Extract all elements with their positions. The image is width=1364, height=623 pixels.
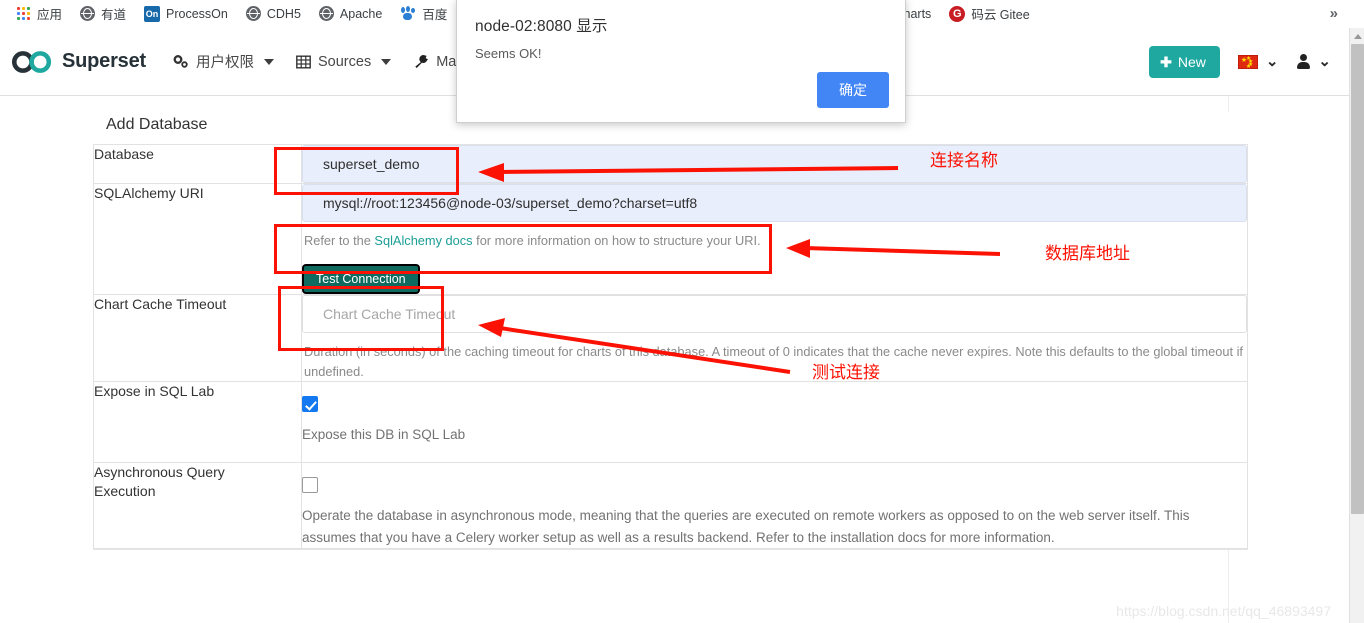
async-label-line2: Execution	[94, 482, 156, 499]
row-field-chart-cache-timeout: Chart Cache Timeout Duration (in seconds…	[301, 293, 1248, 383]
chart-cache-timeout-input[interactable]: Chart Cache Timeout	[302, 294, 1247, 333]
database-form-table: Database superset_demo SQLAlchemy URI my…	[93, 144, 1248, 550]
baidu-paw-icon	[400, 6, 416, 21]
nav-item-label: Sources	[318, 53, 372, 70]
person-icon	[1296, 54, 1311, 69]
page-scrollbar[interactable]	[1349, 28, 1364, 623]
scrollbar-up-arrow[interactable]	[1350, 28, 1364, 43]
row-label-expose-sql-lab: Expose in SQL Lab	[93, 381, 302, 464]
add-database-panel: Add Database Database superset_demo SQLA…	[93, 112, 1248, 551]
bookmark-gitee[interactable]: G 码云 Gitee	[940, 2, 1038, 26]
bookmark-label: 百度	[422, 8, 448, 22]
async-label-line1: Asynchronous Query	[94, 464, 225, 481]
apps-grid-icon	[17, 6, 31, 21]
language-selector[interactable]: ★ ★ ★ ★ ★ ⌄	[1237, 53, 1279, 70]
nav-item-user-permissions[interactable]: 用户权限	[172, 51, 274, 72]
bookmark-overflow-button[interactable]: »	[1330, 5, 1338, 22]
chevron-down-icon: ⌄	[1318, 53, 1331, 70]
bookmark-baidu[interactable]: 百度	[391, 2, 456, 26]
row-label-sqlalchemy-uri: SQLAlchemy URI	[93, 183, 302, 295]
helper-pre: Refer to the	[304, 233, 375, 248]
plus-icon: ✚	[1160, 53, 1172, 70]
chart-cache-helper-text: Duration (in seconds) of the caching tim…	[304, 343, 1243, 379]
table-row: Database superset_demo	[93, 144, 1248, 184]
table-grid-icon	[296, 55, 311, 69]
dialog-title: node-02:8080 显示	[475, 18, 608, 35]
bookmark-label: ProcessOn	[166, 6, 228, 21]
nav-item-label: 用户权限	[196, 55, 254, 71]
watermark: https://blog.csdn.net/qq_46893497	[1116, 603, 1331, 619]
async-query-checkbox[interactable]	[302, 476, 318, 493]
gitee-icon: G	[949, 5, 966, 22]
bookmark-label: 码云 Gitee	[971, 8, 1030, 22]
superset-logo-icon	[12, 50, 52, 73]
brand-title: Superset	[62, 50, 146, 72]
sqlalchemy-docs-link[interactable]: SqlAlchemy docs	[374, 233, 472, 248]
dialog-message: Seems OK!	[475, 46, 542, 61]
user-menu[interactable]: ⌄	[1296, 54, 1331, 69]
bookmark-processon[interactable]: On ProcessOn	[135, 2, 237, 26]
annotation-label-database-address: 数据库地址	[1045, 244, 1130, 263]
bookmark-label: Apache	[339, 6, 383, 21]
chevron-down-icon	[264, 58, 274, 65]
gears-icon	[172, 54, 189, 69]
bookmark-label: CDH5	[266, 6, 301, 21]
async-query-helper-text: Operate the database in asynchronous mod…	[302, 508, 1190, 545]
table-row: Expose in SQL Lab Expose this DB in SQL …	[93, 381, 1248, 464]
table-row: Chart Cache Timeout Chart Cache Timeout …	[93, 293, 1248, 383]
bookmark-label: 应用	[37, 8, 63, 22]
nav-item-sources[interactable]: Sources	[296, 53, 392, 70]
dialog-confirm-button[interactable]: 确定	[817, 72, 889, 108]
test-connection-button[interactable]: Test Connection	[302, 263, 420, 294]
globe-icon	[318, 6, 334, 21]
new-button-label: New	[1177, 53, 1206, 70]
row-field-async-query: Operate the database in asynchronous mod…	[301, 462, 1248, 550]
browser-alert-dialog: node-02:8080 显示 Seems OK! 确定	[456, 0, 906, 123]
bookmark-apps[interactable]: 应用	[8, 2, 71, 26]
row-label-async-query: Asynchronous Query Execution	[93, 462, 302, 550]
helper-post: for more information on how to structure…	[472, 233, 761, 248]
page-content: Add Database Database superset_demo SQLA…	[0, 96, 1349, 623]
chevron-down-icon: ⌄	[1265, 53, 1279, 70]
annotation-label-connection-name: 连接名称	[930, 151, 998, 170]
row-label-chart-cache-timeout: Chart Cache Timeout	[93, 293, 302, 383]
chevron-down-icon	[381, 58, 392, 65]
bookmark-youdao[interactable]: 有道	[71, 2, 135, 26]
bookmark-cdh5[interactable]: CDH5	[237, 2, 310, 26]
sqlalchemy-uri-input[interactable]: mysql://root:123456@node-03/superset_dem…	[302, 184, 1247, 222]
database-name-input[interactable]: superset_demo	[302, 145, 1247, 183]
china-flag-icon: ★ ★ ★ ★ ★	[1237, 54, 1258, 70]
globe-icon	[245, 6, 261, 21]
bookmark-label: 有道	[101, 8, 127, 22]
row-field-database: superset_demo	[301, 144, 1248, 184]
superset-brand[interactable]: Superset	[12, 50, 146, 73]
table-row: Asynchronous Query Execution Operate the…	[93, 462, 1248, 550]
wrench-icon	[413, 54, 429, 69]
annotation-label-test-connection: 测试连接	[812, 363, 880, 382]
navbar-right-group: ✚ New ★ ★ ★ ★ ★ ⌄ ⌄	[1149, 45, 1331, 78]
bookmark-apache[interactable]: Apache	[310, 2, 391, 26]
row-label-database: Database	[93, 144, 302, 184]
expose-sql-lab-helper-text: Expose this DB in SQL Lab	[302, 427, 466, 443]
scrollbar-thumb[interactable]	[1351, 44, 1364, 514]
new-button[interactable]: ✚ New	[1149, 45, 1220, 78]
globe-icon	[80, 6, 96, 21]
row-field-expose-sql-lab: Expose this DB in SQL Lab	[301, 381, 1248, 464]
expose-sql-lab-checkbox[interactable]	[302, 396, 318, 413]
processon-icon: On	[144, 5, 161, 22]
